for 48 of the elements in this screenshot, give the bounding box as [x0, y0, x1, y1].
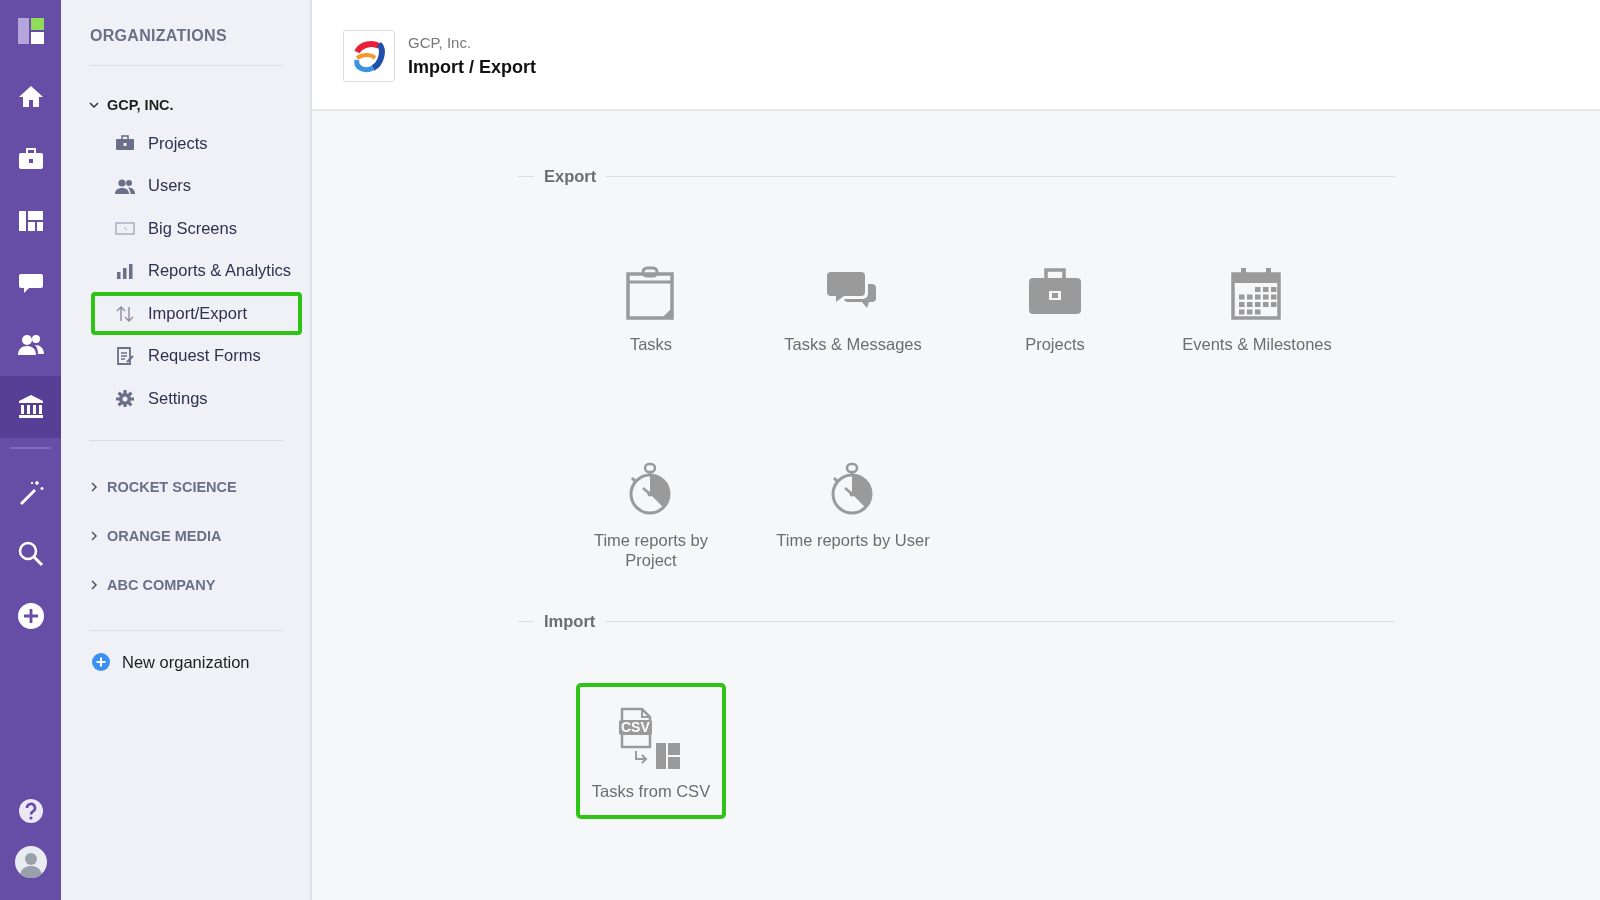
export-option[interactable]: Projects [1025, 264, 1085, 354]
add-icon [92, 653, 110, 671]
briefcase-icon [115, 134, 135, 153]
search-icon[interactable] [17, 541, 44, 567]
sidebar-item[interactable]: Users [91, 164, 302, 207]
organization-toggle[interactable]: ORANGE MEDIA [89, 511, 284, 561]
new-organization-link[interactable]: New organization [89, 652, 284, 672]
help-icon[interactable] [17, 798, 44, 824]
calendar-icon [1230, 266, 1284, 320]
sidebar-item[interactable]: Request Forms [91, 334, 302, 377]
settings-icon [115, 389, 135, 408]
chevron-right-icon [89, 482, 99, 492]
users-icon [115, 176, 135, 195]
sidebar-item[interactable]: Settings [91, 377, 302, 420]
section-heading: Export [544, 167, 597, 186]
bank-icon[interactable] [17, 394, 44, 420]
organization-toggle[interactable]: ROCKET SCIENCE [89, 462, 284, 512]
users-icon[interactable] [17, 332, 44, 358]
sidebar-item[interactable]: Reports & Analytics [91, 249, 302, 292]
section-heading: ORGANIZATIONS [89, 27, 228, 45]
chevron-right-icon [89, 580, 99, 590]
sidebar-item[interactable]: Big Screens [91, 207, 302, 250]
bar-chart-icon [115, 261, 135, 280]
sidebar-item[interactable]: Projects [91, 122, 302, 165]
section-heading: Import [544, 612, 596, 631]
csv-label: CSV [619, 720, 652, 735]
organization-toggle[interactable]: GCP, INC. [89, 88, 284, 122]
export-option[interactable]: Tasks [624, 264, 678, 354]
organization-toggle[interactable]: ABC COMPANY [89, 560, 284, 610]
add-icon[interactable] [17, 603, 44, 629]
avatar-icon[interactable] [14, 846, 47, 878]
organization-name: GCP, Inc. [408, 34, 473, 51]
home-icon[interactable] [17, 84, 44, 110]
chevron-down-icon [89, 100, 99, 110]
export-option[interactable]: Time reports by User [776, 460, 930, 570]
form-icon [115, 346, 135, 365]
import-option[interactable]: CSV Tasks from CSV [576, 683, 726, 819]
app-logo-icon[interactable] [17, 18, 44, 44]
chevron-right-icon [89, 531, 99, 541]
export-option[interactable]: Tasks & Messages [784, 264, 922, 354]
board-icon[interactable] [17, 208, 44, 234]
up-down-arrows-icon [115, 304, 135, 323]
page-title: Import / Export [408, 57, 536, 78]
export-option[interactable]: Events & Milestones [1182, 264, 1332, 354]
screen-icon [115, 219, 135, 238]
briefcase-icon[interactable] [17, 146, 44, 172]
export-option[interactable]: Time reports by Project [568, 460, 734, 570]
sidebar-item[interactable]: Import/Export [91, 292, 302, 335]
